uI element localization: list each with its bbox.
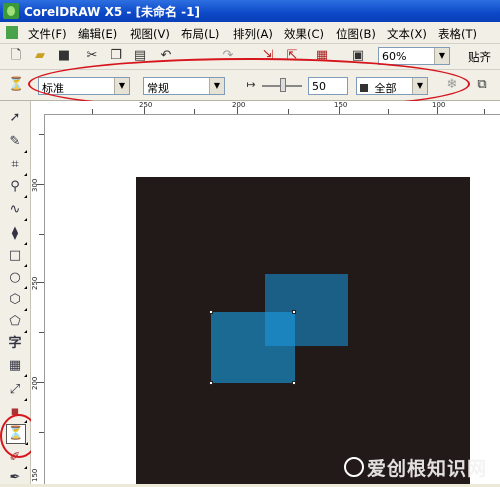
menu-layout[interactable]: 布局(L)	[181, 26, 219, 42]
watermark-logo	[344, 457, 364, 477]
pick-tool-icon[interactable]: ➚	[6, 109, 24, 127]
title-bar: CorelDRAW X5 - [未命名 -1]	[0, 0, 500, 22]
ruler-label: 150	[31, 468, 39, 482]
ruler-label: 100	[432, 101, 446, 109]
transparency-tool-icon: ⏳	[8, 77, 25, 92]
copy-transparency-icon[interactable]: ⧉	[474, 77, 490, 93]
ruler-label: 250	[31, 276, 39, 290]
menu-bar: 文件(F) 编辑(E) 视图(V) 布局(L) 排列(A) 效果(C) 位图(B…	[0, 22, 500, 44]
window-title: CorelDRAW X5 - [未命名 -1]	[24, 5, 200, 19]
menu-edit[interactable]: 编辑(E)	[78, 26, 117, 42]
watermark-text: 爱创根知识网	[367, 458, 488, 480]
cut-icon[interactable]: ✂	[84, 48, 100, 64]
zoom-tool-icon[interactable]: ⚲	[6, 178, 27, 198]
ruler-label: 300	[31, 178, 39, 192]
ruler-label: 200	[232, 101, 246, 109]
text-tool-icon[interactable]: 字	[6, 335, 24, 353]
menu-effects[interactable]: 效果(C)	[284, 26, 324, 42]
ruler-label: 150	[334, 101, 348, 109]
dimension-tool-icon[interactable]: ⤢	[6, 381, 27, 401]
menu-arrange[interactable]: 排列(A)	[233, 26, 273, 42]
overlap-region	[265, 312, 295, 346]
menu-bitmaps[interactable]: 位图(B)	[336, 26, 376, 42]
outline-tool-icon[interactable]: ✒	[6, 469, 24, 487]
basic-shapes-tool-icon[interactable]: ⬠	[6, 313, 27, 333]
freehand-tool-icon[interactable]: ∿	[6, 201, 27, 221]
shape-tool-icon[interactable]: ✎	[6, 133, 27, 153]
menu-file[interactable]: 文件(F)	[28, 26, 67, 42]
menu-view[interactable]: 视图(V)	[130, 26, 170, 42]
ruler-label: 200	[31, 376, 39, 390]
selection-handle[interactable]	[209, 381, 213, 385]
save-icon[interactable]: ■	[56, 48, 72, 64]
new-icon[interactable]: 🗋	[8, 48, 24, 64]
ruler-label: 250	[139, 101, 153, 109]
crop-tool-icon[interactable]: ⌗	[6, 156, 27, 176]
copy-icon[interactable]: ❐	[108, 48, 124, 64]
horizontal-ruler[interactable]: 250 200 150 100	[44, 101, 500, 115]
document-icon[interactable]	[6, 26, 18, 39]
coreldraw-app-icon	[3, 3, 19, 19]
open-icon[interactable]: ▰	[32, 48, 48, 64]
selection-handle[interactable]	[209, 310, 213, 314]
vertical-ruler[interactable]: 300 250 200 150	[31, 114, 45, 484]
selection-handle[interactable]	[292, 310, 296, 314]
ruler-origin[interactable]	[31, 101, 45, 115]
rectangle-tool-icon[interactable]: □	[6, 247, 27, 267]
snap-to-button[interactable]: 贴齐	[468, 49, 491, 65]
zoom-select[interactable]: 60% ▼	[378, 47, 450, 65]
chevron-down-icon[interactable]: ▼	[434, 48, 449, 64]
menu-text[interactable]: 文本(X)	[387, 26, 427, 42]
selection-handle[interactable]	[292, 381, 296, 385]
zoom-value: 60%	[382, 50, 407, 63]
ellipse-tool-icon[interactable]: ○	[6, 269, 27, 289]
polygon-tool-icon[interactable]: ⬡	[6, 291, 27, 311]
menu-table[interactable]: 表格(T)	[438, 26, 477, 42]
smart-fill-tool-icon[interactable]: ⧫	[6, 225, 27, 245]
table-tool-icon[interactable]: ▦	[6, 357, 27, 377]
